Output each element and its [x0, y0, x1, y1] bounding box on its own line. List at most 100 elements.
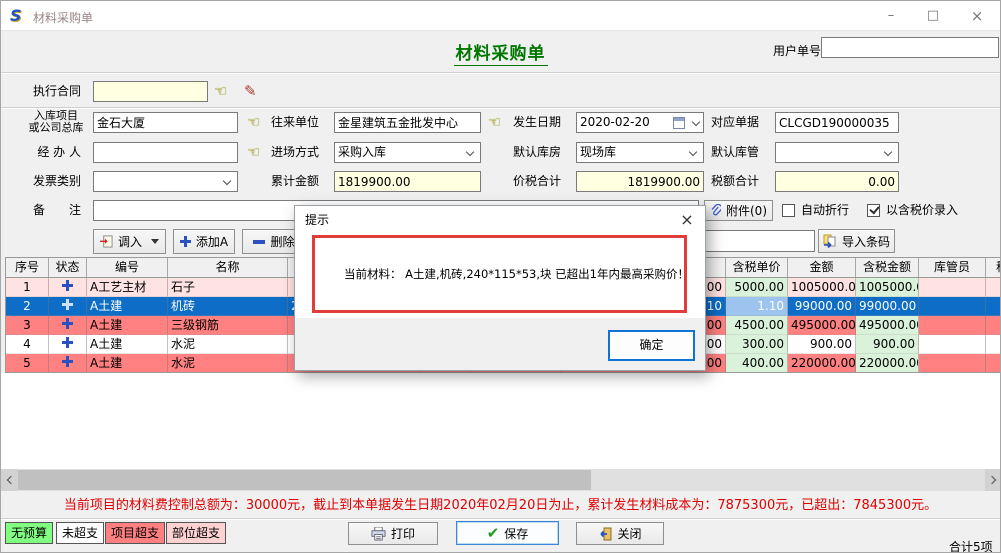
handler-input[interactable]	[93, 142, 238, 163]
table-cell[interactable]: 4500.00	[726, 316, 788, 335]
table-cell[interactable]: 495000.00	[856, 316, 919, 335]
table-cell[interactable]	[49, 335, 87, 354]
handler-picker-hand-icon[interactable]	[247, 142, 265, 163]
table-cell[interactable]: A土建	[87, 297, 168, 316]
column-header[interactable]: 金额	[788, 258, 856, 277]
print-button[interactable]: 打印	[348, 522, 438, 545]
table-cell[interactable]	[919, 297, 986, 316]
load-button[interactable]: 调入	[93, 229, 166, 254]
dialog-ok-button[interactable]: 确定	[608, 330, 695, 361]
save-button[interactable]: 保存	[456, 521, 559, 545]
tax-incl-total-label: 价税合计	[509, 171, 561, 192]
invoice-type-select[interactable]	[93, 171, 238, 192]
chevron-left-icon	[7, 476, 15, 484]
column-header[interactable]: 税率	[986, 258, 1001, 277]
close-window-button[interactable]: ×	[960, 1, 994, 31]
date-input[interactable]: 2020-02-20	[576, 112, 704, 133]
add-row-button[interactable]: 添加A	[173, 229, 235, 254]
warehouse-select[interactable]: 现场库	[576, 142, 704, 163]
table-cell[interactable]: 1005000.00	[788, 278, 856, 297]
maximize-button[interactable]: □	[916, 1, 950, 31]
scroll-left-button[interactable]	[1, 469, 18, 491]
contract-edit-pencil-icon[interactable]	[244, 81, 262, 102]
row-status-plus-icon	[62, 280, 73, 291]
table-cell[interactable]: 3	[6, 316, 49, 335]
project-input[interactable]	[93, 112, 238, 133]
table-cell[interactable]: 5000.00	[726, 278, 788, 297]
table-cell[interactable]: 300.00	[726, 335, 788, 354]
table-cell[interactable]	[49, 278, 87, 297]
close-button[interactable]: 关闭	[576, 522, 664, 545]
horizontal-scrollbar[interactable]	[1, 469, 1001, 491]
table-cell[interactable]: 99000.00	[856, 297, 919, 316]
table-cell[interactable]: 三级钢筋	[168, 316, 288, 335]
calendar-icon	[673, 117, 685, 129]
table-cell[interactable]	[919, 278, 986, 297]
table-cell[interactable]: 220000.00	[788, 354, 856, 373]
keeper-select[interactable]	[775, 142, 899, 163]
table-cell[interactable]: 220000.00	[856, 354, 919, 373]
column-header[interactable]: 含税金额	[856, 258, 919, 277]
table-cell[interactable]	[919, 316, 986, 335]
contract-label: 执行合同	[5, 81, 81, 102]
entry-mode-select[interactable]: 采购入库	[334, 142, 481, 163]
table-cell[interactable]: 2	[6, 297, 49, 316]
autowrap-checkbox[interactable]	[782, 204, 795, 217]
table-cell[interactable]	[986, 297, 1001, 316]
project-picker-hand-icon[interactable]	[247, 112, 265, 133]
table-cell[interactable]: 4	[6, 335, 49, 354]
supplier-input[interactable]	[334, 112, 481, 133]
table-cell[interactable]: 5	[6, 354, 49, 373]
table-cell[interactable]	[49, 316, 87, 335]
table-cell[interactable]: 水泥	[168, 354, 288, 373]
column-header[interactable]: 编号	[87, 258, 168, 277]
table-cell[interactable]	[986, 278, 1001, 297]
column-header[interactable]: 状态	[49, 258, 87, 277]
table-cell[interactable]: 900.00	[856, 335, 919, 354]
table-cell[interactable]: A土建	[87, 335, 168, 354]
table-cell[interactable]: A土建	[87, 354, 168, 373]
minimize-button[interactable]: –	[874, 1, 908, 31]
table-cell[interactable]: 1	[6, 278, 49, 297]
table-cell[interactable]: 1.10	[726, 297, 788, 316]
table-cell[interactable]: 水泥	[168, 335, 288, 354]
scroll-right-button[interactable]	[985, 469, 1001, 491]
user-no-input[interactable]	[821, 37, 999, 58]
table-cell[interactable]: A土建	[87, 316, 168, 335]
keeper-label: 默认库管	[707, 142, 759, 163]
table-cell[interactable]	[986, 335, 1001, 354]
legend-part-over: 部位超支	[166, 522, 226, 544]
table-cell[interactable]	[919, 354, 986, 373]
table-cell[interactable]: 1005000.00	[856, 278, 919, 297]
chevron-down-icon[interactable]	[692, 118, 700, 126]
barcode-input[interactable]	[705, 230, 815, 252]
supplier-picker-hand-icon[interactable]	[488, 112, 506, 133]
column-header[interactable]: 含税单价	[726, 258, 788, 277]
dialog-title: 提示	[295, 206, 705, 234]
table-cell[interactable]	[986, 354, 1001, 373]
scrollbar-thumb[interactable]	[18, 470, 591, 490]
docno-input[interactable]	[775, 112, 899, 133]
table-cell[interactable]: 99000.00	[788, 297, 856, 316]
import-barcode-button[interactable]: 导入条码	[818, 229, 895, 253]
table-cell[interactable]	[986, 316, 1001, 335]
column-header[interactable]: 名称	[168, 258, 288, 277]
tax-entry-checkbox[interactable]	[867, 204, 880, 217]
contract-input[interactable]	[93, 81, 208, 102]
row-status-plus-icon	[62, 356, 73, 367]
contract-picker-hand-icon[interactable]	[214, 81, 232, 102]
table-cell[interactable]: 石子	[168, 278, 288, 297]
column-header[interactable]: 序号	[6, 258, 49, 277]
table-cell[interactable]: A工艺主材	[87, 278, 168, 297]
column-header[interactable]: 库管员	[919, 258, 986, 277]
attachment-button[interactable]: 附件(0)	[704, 200, 773, 221]
table-cell[interactable]	[49, 354, 87, 373]
table-cell[interactable]	[919, 335, 986, 354]
table-cell[interactable]: 900.00	[788, 335, 856, 354]
table-cell[interactable]: 机砖	[168, 297, 288, 316]
table-cell[interactable]: 495000.00	[788, 316, 856, 335]
app-icon: S	[10, 7, 28, 25]
dialog-close-icon[interactable]: ×	[675, 208, 699, 232]
table-cell[interactable]: 400.00	[726, 354, 788, 373]
table-cell[interactable]	[49, 297, 87, 316]
